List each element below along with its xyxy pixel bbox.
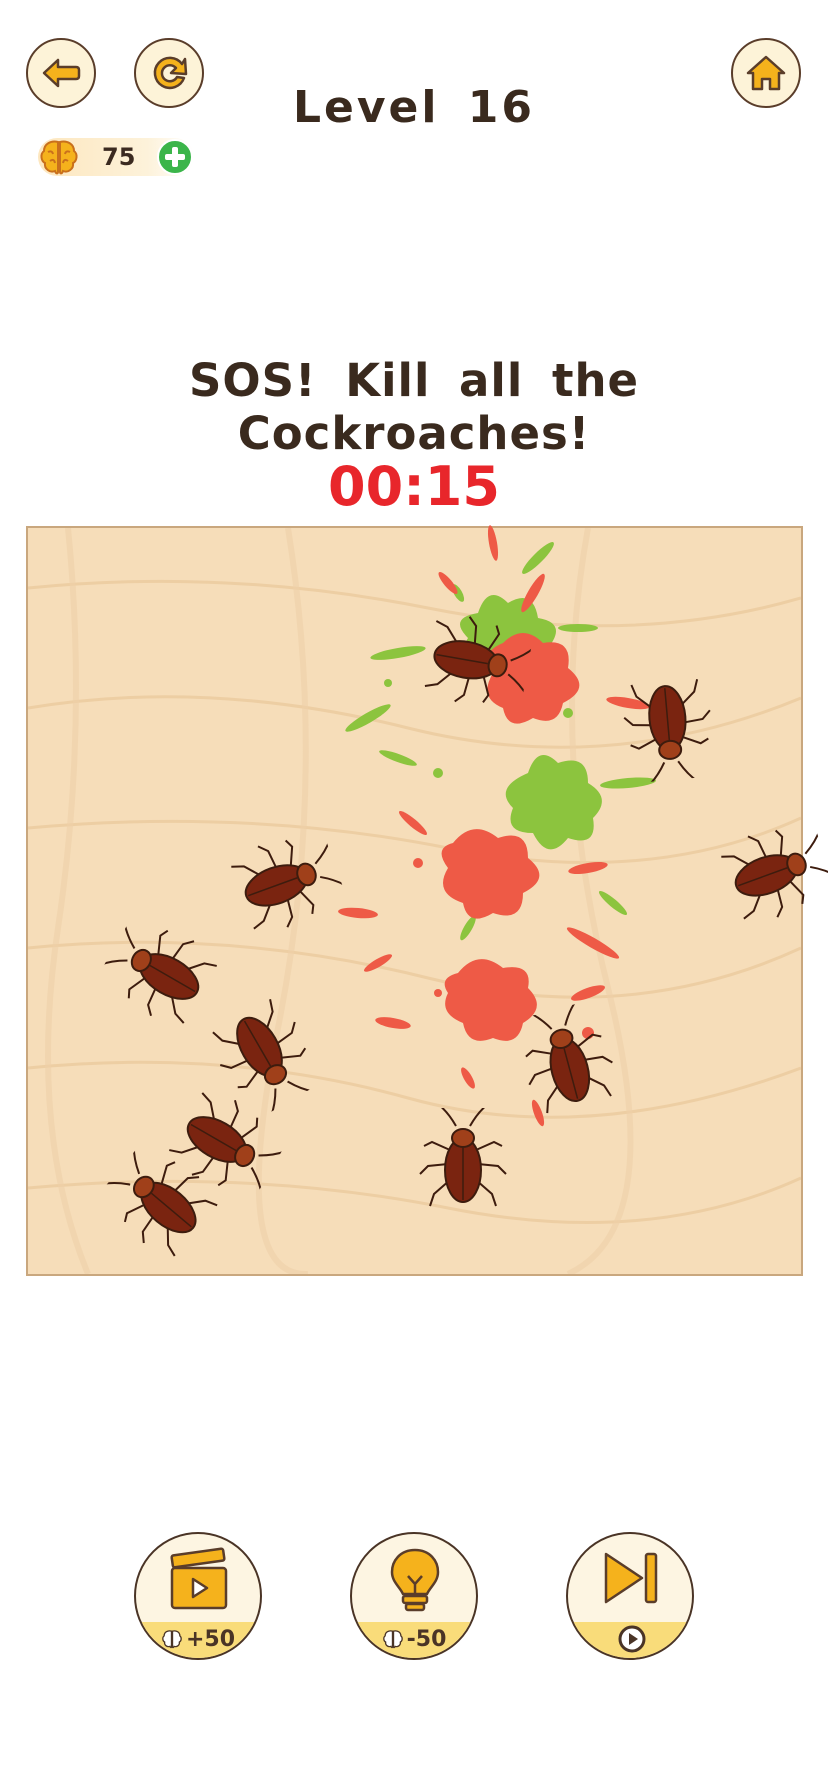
hint-cost-value: -50 <box>406 1627 447 1652</box>
skip-icon <box>604 1552 658 1604</box>
cockroach[interactable] <box>408 1108 518 1218</box>
watch-video-button[interactable]: +50 <box>134 1532 262 1660</box>
brain-count: 75 <box>102 143 136 171</box>
game-board[interactable] <box>26 525 828 1276</box>
brain-counter: 75 <box>38 138 194 176</box>
hint-cost-label: -50 <box>352 1627 476 1652</box>
brain-icon <box>162 1630 182 1649</box>
add-brains-button[interactable] <box>156 138 194 176</box>
skip-level-button[interactable] <box>566 1532 694 1660</box>
instruction-text: SOS! Kill all the Cockroaches! <box>188 354 640 460</box>
brain-icon <box>40 140 78 175</box>
level-title: Level 16 <box>292 82 536 133</box>
play-video-icon <box>618 1625 646 1653</box>
cockroach[interactable] <box>608 665 727 785</box>
countdown-timer: 00:15 <box>328 455 500 518</box>
video-reward-label: +50 <box>136 1627 260 1652</box>
video-reward-value: +50 <box>185 1627 236 1652</box>
lightbulb-icon <box>390 1548 440 1612</box>
hint-button[interactable]: -50 <box>350 1532 478 1660</box>
cockroach[interactable] <box>409 597 537 724</box>
video-clapper-icon <box>170 1547 228 1610</box>
brain-icon <box>382 1630 403 1649</box>
